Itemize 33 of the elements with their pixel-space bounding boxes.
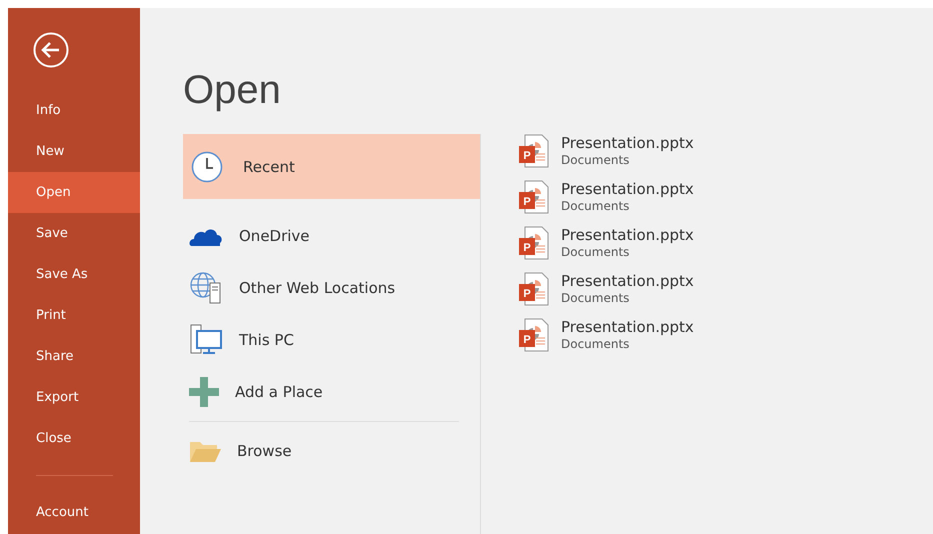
sidebar-item[interactable]: Open: [8, 172, 140, 213]
folder-icon: [189, 439, 221, 463]
file-name[interactable]: Presentation.pptx: [561, 226, 694, 245]
location-item[interactable]: Recent: [183, 134, 480, 199]
file-location: Documents: [561, 337, 630, 352]
sidebar-item[interactable]: Share: [8, 336, 140, 377]
file-location: Documents: [561, 291, 630, 306]
sidebar-item[interactable]: Info: [8, 90, 140, 131]
back-button[interactable]: [33, 32, 69, 68]
clock-icon: [191, 150, 223, 182]
file-location: Documents: [561, 153, 630, 168]
location-item[interactable]: Other Web Locations: [183, 262, 480, 314]
globe-server-icon: [189, 271, 223, 305]
sidebar-item[interactable]: Save: [8, 213, 140, 254]
page-title: Open: [183, 68, 282, 114]
location-item[interactable]: OneDrive: [183, 210, 480, 262]
location-item[interactable]: Browse: [183, 425, 480, 477]
file-name[interactable]: Presentation.pptx: [561, 134, 694, 153]
file-name[interactable]: Presentation.pptx: [561, 318, 694, 337]
location-item[interactable]: This PC: [183, 314, 480, 366]
sidebar-item[interactable]: New: [8, 131, 140, 172]
sidebar-item[interactable]: Account: [8, 492, 140, 533]
sidebar-item[interactable]: Print: [8, 295, 140, 336]
file-location: Documents: [561, 199, 630, 214]
sidebar-item[interactable]: Save As: [8, 254, 140, 295]
computer-icon: [189, 323, 223, 357]
file-name[interactable]: Presentation.pptx: [561, 272, 694, 291]
file-name[interactable]: Presentation.pptx: [561, 180, 694, 199]
file-location: Documents: [561, 245, 630, 260]
location-item[interactable]: Add a Place: [183, 366, 480, 418]
plus-icon: [189, 377, 219, 407]
sidebar-item[interactable]: Export: [8, 377, 140, 418]
sidebar-item[interactable]: Close: [8, 418, 140, 459]
